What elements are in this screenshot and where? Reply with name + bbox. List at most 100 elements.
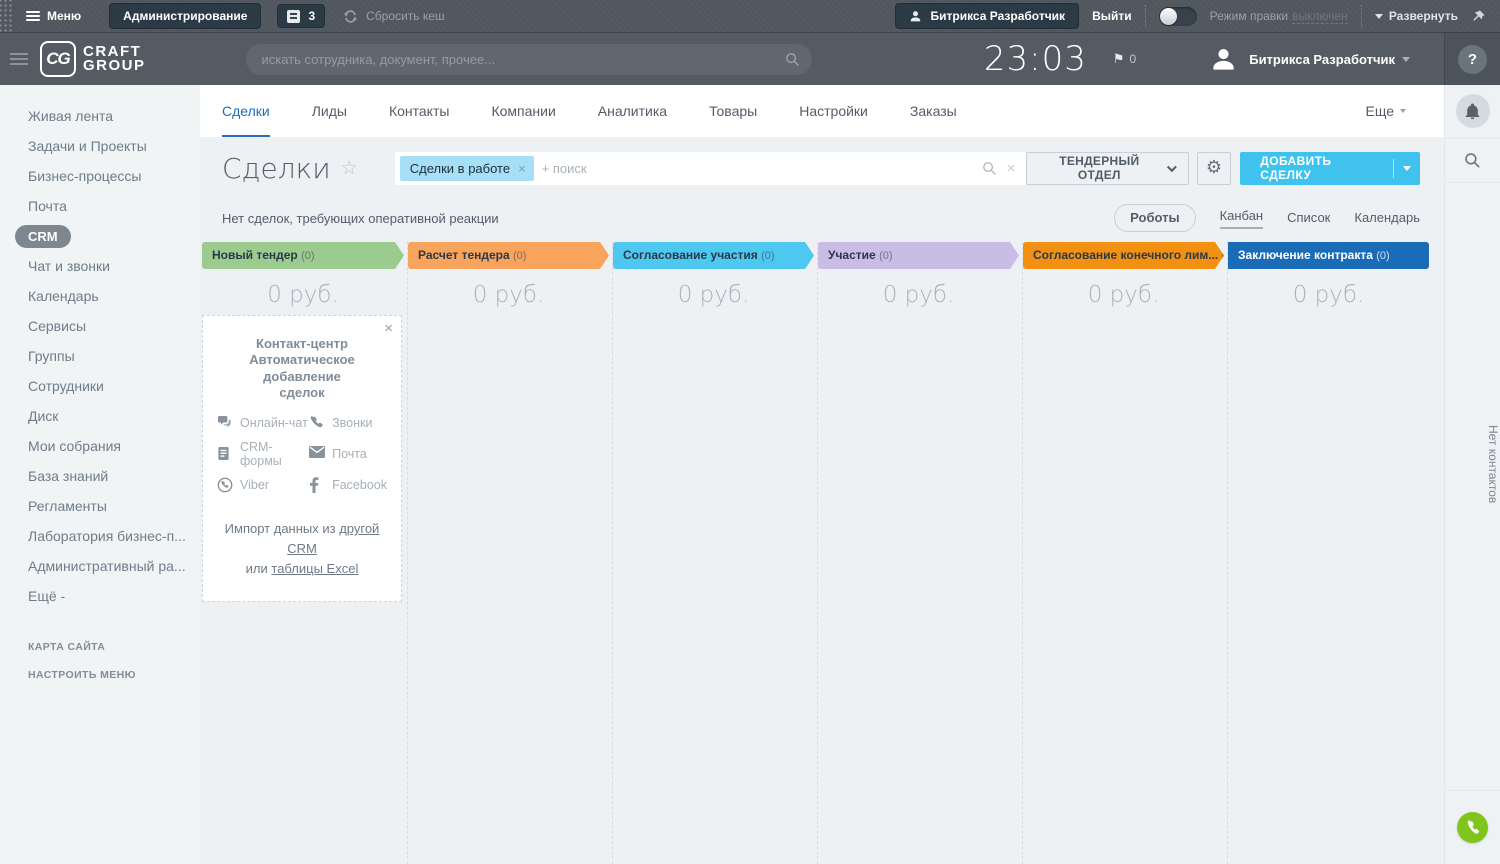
sidebar-item[interactable]: Бизнес-процессы	[0, 161, 200, 191]
crm-tab[interactable]: Настройки	[799, 85, 868, 137]
pin-icon[interactable]	[1471, 9, 1486, 24]
kanban-column-amount: 0 руб.	[613, 282, 814, 308]
sidebar-item[interactable]: Группы	[0, 341, 200, 371]
sidebar-item[interactable]: Административный ра...	[0, 551, 200, 581]
sidebar-toggle-icon[interactable]	[10, 50, 28, 68]
view-switcher[interactable]: Роботы	[1114, 204, 1195, 232]
kanban-column-header[interactable]: Участие (0)	[818, 242, 1019, 269]
filter-search-box[interactable]: Сделки в работе × ×	[395, 152, 1026, 185]
kanban-column-header[interactable]: Заключение контракта (0)	[1228, 242, 1429, 269]
crm-tab[interactable]: Заказы	[910, 85, 957, 137]
view-switcher[interactable]: Список	[1287, 210, 1330, 227]
sidebar-item[interactable]: Задачи и Проекты	[0, 131, 200, 161]
notifications-button[interactable]	[1456, 94, 1490, 128]
telephony-button[interactable]	[1457, 812, 1488, 843]
crm-tab[interactable]: Сделки	[222, 85, 270, 137]
sidebar-item[interactable]: Чат и звонки	[0, 251, 200, 281]
rail-search-button[interactable]	[1445, 139, 1500, 183]
channel-item[interactable]: Звонки	[309, 415, 387, 431]
crm-tab[interactable]: Контакты	[389, 85, 449, 137]
view-switcher[interactable]: Календарь	[1354, 210, 1420, 227]
add-deal-button[interactable]: ДОБАВИТЬ СДЕЛКУ	[1240, 152, 1420, 185]
favorite-star-icon[interactable]: ☆	[341, 157, 358, 179]
kanban-column-count: (0)	[513, 250, 526, 262]
settings-button[interactable]: ⚙	[1197, 152, 1232, 185]
sidebar-item[interactable]: CRM	[0, 221, 200, 251]
expand-button[interactable]: Развернуть	[1375, 9, 1458, 23]
admin-menu-label: Меню	[47, 9, 81, 23]
kanban-column-count: (0)	[761, 250, 774, 262]
channel-item[interactable]: Почта	[309, 440, 387, 468]
kanban-column-header[interactable]: Согласование участия (0)	[613, 242, 814, 269]
kanban-column-count: (0)	[1222, 250, 1224, 262]
import-note: Импорт данных из другой CRM или таблицы …	[214, 519, 390, 579]
sidebar-item[interactable]: Мои собрания	[0, 431, 200, 461]
kanban-column: Согласование участия (0) 0 руб.	[612, 242, 814, 864]
sidebar-item-label: Бизнес-процессы	[28, 168, 141, 184]
help-button[interactable]: ?	[1458, 45, 1487, 74]
reset-cache-button[interactable]: Сбросить кеш	[343, 9, 444, 24]
sidebar-item-label: Календарь	[28, 288, 99, 304]
administration-button[interactable]: Администрирование	[109, 3, 261, 29]
logout-button[interactable]: Выйти	[1092, 9, 1132, 23]
logo-monogram: CG	[40, 41, 76, 77]
sidebar-item-label: Живая лента	[28, 108, 113, 124]
edit-mode-state[interactable]: выключен	[1292, 9, 1348, 24]
admin-user-button[interactable]: Битрикса Разработчик	[895, 3, 1079, 29]
department-dropdown[interactable]: ТЕНДЕРНЫЙ ОТДЕЛ	[1026, 152, 1189, 185]
import-excel-link[interactable]: таблицы Excel	[271, 561, 358, 576]
filter-search-input[interactable]	[534, 161, 982, 176]
clear-filter-icon[interactable]: ×	[1007, 160, 1016, 177]
company-logo[interactable]: CG CRAFT GROUP	[40, 41, 146, 77]
channel-item[interactable]: Viber	[217, 477, 309, 493]
sidebar-footer-link[interactable]: НАСТРОИТЬ МЕНЮ	[0, 661, 200, 689]
add-deal-dropdown[interactable]	[1394, 152, 1420, 185]
close-icon[interactable]: ×	[384, 320, 393, 337]
sidebar-item[interactable]: База знаний	[0, 461, 200, 491]
sidebar-item[interactable]: Календарь	[0, 281, 200, 311]
user-menu[interactable]: Битрикса Разработчик	[1249, 52, 1410, 67]
admin-menu-button[interactable]: Меню	[26, 9, 81, 23]
badge-count: 3	[308, 9, 315, 23]
sidebar-item[interactable]: Почта	[0, 191, 200, 221]
chevron-down-icon	[1375, 14, 1383, 19]
global-search-input[interactable]	[246, 44, 812, 75]
add-deal-label: ДОБАВИТЬ СДЕЛКУ	[1240, 152, 1393, 185]
view-switcher[interactable]: Канбан	[1220, 208, 1264, 229]
kanban-column-header[interactable]: Согласование конечного лим... (0)	[1023, 242, 1224, 269]
filter-tag-remove-icon[interactable]: ×	[518, 161, 526, 176]
user-icon	[909, 10, 922, 23]
sidebar-item[interactable]: Сервисы	[0, 311, 200, 341]
sidebar-item[interactable]: Лаборатория бизнес-п...	[0, 521, 200, 551]
sidebar-footer-link[interactable]: КАРТА САЙТА	[0, 633, 200, 661]
channel-item[interactable]: CRM-формы	[217, 440, 309, 468]
avatar[interactable]	[1210, 46, 1237, 73]
filter-tag[interactable]: Сделки в работе ×	[400, 156, 534, 181]
search-icon	[1464, 152, 1481, 169]
sidebar-item[interactable]: Диск	[0, 401, 200, 431]
channel-item[interactable]: Онлайн-чат	[217, 415, 309, 431]
edit-mode-toggle[interactable]	[1159, 7, 1197, 26]
sidebar-item[interactable]: Регламенты	[0, 491, 200, 521]
kanban-column-count: (0)	[1376, 250, 1389, 262]
sidebar-item[interactable]: Сотрудники	[0, 371, 200, 401]
channel-item[interactable]: Facebook	[309, 477, 387, 493]
chevron-down-icon	[1167, 162, 1177, 172]
sidebar-item[interactable]: Живая лента	[0, 101, 200, 131]
flag-counter[interactable]: ⚑ 0	[1113, 52, 1136, 67]
crm-tab[interactable]: Товары	[709, 85, 757, 137]
notifications-badge[interactable]: 3	[277, 4, 325, 28]
crm-tab[interactable]: Лиды	[312, 85, 347, 137]
crm-tab[interactable]: Аналитика	[598, 85, 667, 137]
search-icon[interactable]	[982, 161, 997, 176]
status-message: Нет сделок, требующих оперативной реакци…	[222, 211, 499, 226]
kanban-column-title: Согласование конечного лим...	[1033, 248, 1218, 262]
tabs-more-button[interactable]: Еще	[1366, 85, 1407, 137]
chevron-down-icon	[1400, 109, 1406, 113]
drag-handle-icon[interactable]	[0, 0, 14, 32]
crm-tab[interactable]: Компании	[491, 85, 555, 137]
help-section: ?	[1444, 33, 1500, 85]
kanban-column-header[interactable]: Новый тендер (0)	[202, 242, 404, 269]
sidebar-item[interactable]: Ещё -	[0, 581, 200, 611]
kanban-column-header[interactable]: Расчет тендера (0)	[408, 242, 609, 269]
